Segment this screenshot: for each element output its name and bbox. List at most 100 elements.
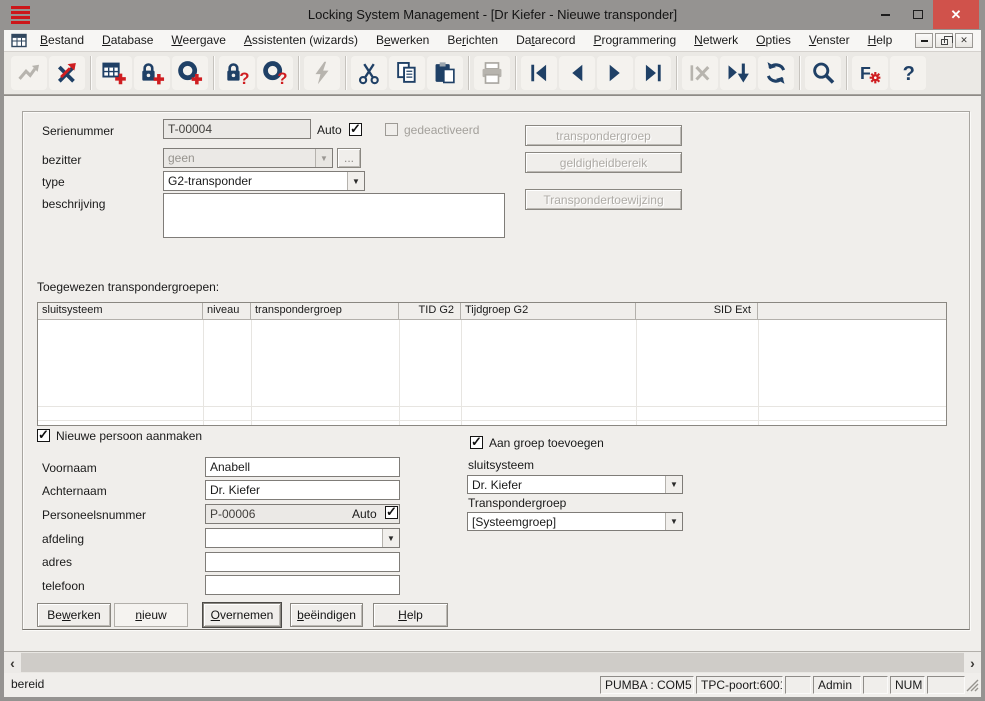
maximize-button[interactable] <box>903 0 933 29</box>
type-label: type <box>42 175 65 189</box>
column-header-transpondergroep[interactable]: transpondergroep <box>251 303 399 319</box>
transponder-group-label: Transpondergroep <box>468 496 567 510</box>
deactivated-checkbox <box>385 123 398 136</box>
column-header-sluitsysteem[interactable]: sluitsysteem <box>38 303 203 319</box>
chevron-down-icon <box>665 476 682 493</box>
goto-record-button[interactable] <box>720 56 756 90</box>
description-textarea[interactable] <box>163 193 505 238</box>
menu-item-bewerken[interactable]: Bewerken <box>367 30 438 51</box>
new-lock-button[interactable] <box>134 56 170 90</box>
close-button[interactable]: ✕ <box>933 0 979 29</box>
mdi-window-controls: ✕ <box>915 33 973 48</box>
personnel-auto-label: Auto <box>352 507 377 521</box>
status-panel-empty <box>785 676 811 694</box>
menu-item-weergave[interactable]: Weergave <box>162 30 234 51</box>
auto-checkbox[interactable] <box>349 121 362 137</box>
new-locking-plan-button[interactable] <box>96 56 132 90</box>
transponder-form: Serienummer Auto gedeactiveerd bezitter … <box>4 95 981 651</box>
paste-button[interactable] <box>427 56 463 90</box>
menu-item-venster[interactable]: Venster <box>800 30 859 51</box>
apply-button[interactable]: Overnemen <box>203 603 281 627</box>
locking-system-select[interactable]: Dr. Kiefer <box>467 475 683 494</box>
department-select[interactable] <box>205 528 400 548</box>
refresh-button[interactable] <box>758 56 794 90</box>
filter-settings-button[interactable]: F <box>852 56 888 90</box>
document-icon <box>11 33 27 48</box>
menu-item-netwerk[interactable]: Netwerk <box>685 30 747 51</box>
statusbar: bereid PUMBA : COM5 TPC-poort:6001 Admin… <box>4 673 981 697</box>
new-transponder-button[interactable] <box>172 56 208 90</box>
previous-record-button[interactable] <box>559 56 595 90</box>
chevron-down-icon <box>382 529 399 547</box>
description-label: beschrijving <box>42 197 106 211</box>
read-transponder-button[interactable]: ? <box>257 56 293 90</box>
titlebar: Locking System Management - [Dr Kiefer -… <box>0 0 985 30</box>
finish-button[interactable]: b eëindigen <box>290 603 363 627</box>
new-button[interactable]: n ieuw <box>114 603 188 627</box>
transponder-assignment-button: Transpondertoewijzing <box>525 189 682 210</box>
edit-button[interactable]: Be w erken <box>37 603 111 627</box>
transponder-group-select[interactable]: [Systeemgroep] <box>467 512 683 531</box>
address-input[interactable] <box>205 552 400 572</box>
deactivated-label: gedeactiveerd <box>404 123 480 137</box>
horizontal-scrollbar[interactable]: ‹ › <box>4 651 981 673</box>
disconnect-icon <box>57 62 76 83</box>
mdi-restore-button[interactable] <box>935 33 953 48</box>
help-dialog-button[interactable]: Help <box>373 603 448 627</box>
resize-grip[interactable] <box>966 679 979 695</box>
paste-icon <box>435 62 455 84</box>
phone-label: telefoon <box>42 579 85 593</box>
print-button <box>474 56 510 90</box>
disconnect-button[interactable] <box>49 56 85 90</box>
read-lock-button[interactable]: ? <box>219 56 255 90</box>
add-to-group-checkbox[interactable] <box>470 434 483 450</box>
filter-settings-icon: F <box>860 63 881 84</box>
transponder-group-value: [Systeemgroep] <box>472 514 557 529</box>
menu-item-berichten[interactable]: Berichten <box>438 30 507 51</box>
mdi-close-button[interactable]: ✕ <box>955 33 973 48</box>
app-window: Locking System Management - [Dr Kiefer -… <box>0 0 985 701</box>
minimize-button[interactable] <box>870 0 900 29</box>
last-record-icon <box>645 64 661 82</box>
menu-item-help[interactable]: Help <box>859 30 902 51</box>
next-record-icon <box>609 64 620 82</box>
menu-item-opties[interactable]: Opties <box>747 30 800 51</box>
column-header-niveau[interactable]: niveau <box>203 303 251 319</box>
table-body <box>38 320 946 425</box>
column-header-tijdgroep-g2[interactable]: Tijdgroep G2 <box>461 303 636 319</box>
help-button[interactable]: ? <box>890 56 926 90</box>
next-record-button[interactable] <box>597 56 633 90</box>
first-name-input[interactable] <box>205 457 400 477</box>
copy-button[interactable] <box>389 56 425 90</box>
type-select[interactable]: G2-transponder <box>163 171 365 191</box>
menu-item-database[interactable]: Database <box>93 30 162 51</box>
assigned-groups-table[interactable]: sluitsysteem niveau transpondergroep TID… <box>37 302 947 426</box>
auto-label: Auto <box>317 123 342 137</box>
scroll-right-button[interactable]: › <box>964 652 981 673</box>
menu-item-datarecord[interactable]: Datarecord <box>507 30 584 51</box>
connect-icon <box>18 64 40 80</box>
search-button[interactable] <box>805 56 841 90</box>
new-person-checkbox[interactable] <box>37 427 50 443</box>
scrollbar-track[interactable] <box>21 653 964 672</box>
menu-item-bestand[interactable]: Bestand <box>31 30 93 51</box>
column-header-tid-g2[interactable]: TID G2 <box>399 303 461 319</box>
status-panel-empty <box>863 676 888 694</box>
new-transponder-icon <box>178 61 203 85</box>
phone-input[interactable] <box>205 575 400 595</box>
svg-text:F: F <box>860 63 871 83</box>
new-person-label: Nieuwe persoon aanmaken <box>56 429 203 443</box>
personnel-auto-checkbox[interactable] <box>385 504 398 520</box>
svg-text:?: ? <box>239 69 249 86</box>
last-record-button[interactable] <box>635 56 671 90</box>
chevron-down-icon <box>665 513 682 530</box>
first-record-button[interactable] <box>521 56 557 90</box>
column-header-sid-ext[interactable]: SID Ext <box>636 303 758 319</box>
menu-item-assistenten[interactable]: Assistenten (wizards) <box>235 30 367 51</box>
scroll-left-button[interactable]: ‹ <box>4 652 21 673</box>
cut-button[interactable] <box>351 56 387 90</box>
first-name-label: Voornaam <box>42 461 97 475</box>
menu-item-programmering[interactable]: Programmering <box>584 30 685 51</box>
mdi-minimize-button[interactable] <box>915 33 933 48</box>
last-name-input[interactable] <box>205 480 400 500</box>
